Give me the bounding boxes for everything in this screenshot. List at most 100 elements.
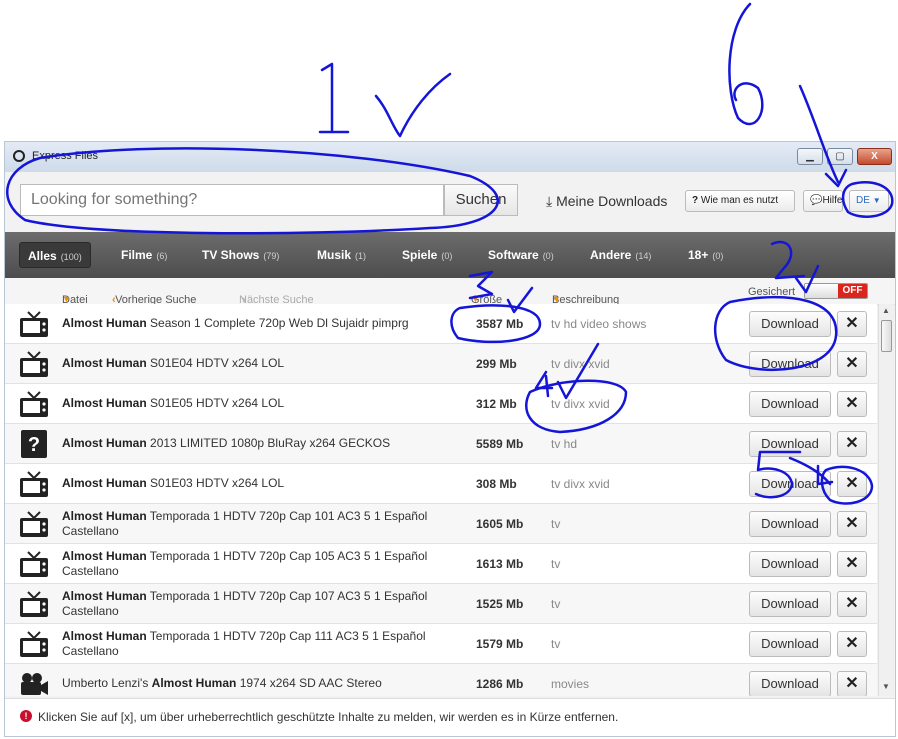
toggle-knob [805,284,839,298]
search-button[interactable]: Suchen [444,184,518,216]
tab-musik[interactable]: Musik (1) [317,242,366,268]
maximize-button[interactable]: ▢ [827,148,853,165]
tab-spiele[interactable]: Spiele (0) [402,242,452,268]
results-list: Almost Human Season 1 Complete 720p Web … [5,304,877,696]
download-button[interactable]: Download [749,351,831,377]
annotation-stroke-6 [728,2,764,126]
minimize-button[interactable]: ▁ [797,148,823,165]
tab-count: (100) [60,252,82,262]
sort-down-icon: ▼ [471,294,480,304]
report-button[interactable]: ✕ [837,471,867,497]
app-logo-icon [13,150,25,162]
table-row[interactable]: Almost Human S01E03 HDTV x264 LOL 308 Mb t… [5,464,877,504]
report-button[interactable]: ✕ [837,551,867,577]
table-row[interactable]: Almost Human Season 1 Complete 720p Web … [5,304,877,344]
table-row[interactable]: Umberto Lenzi's Almost Human 1974 x264 S… [5,664,877,696]
tab-18-plus[interactable]: 18+ (0) [688,242,723,268]
report-button[interactable]: ✕ [837,671,867,696]
name-match: Almost Human [62,436,147,450]
tab-andere[interactable]: Andere (14) [590,242,651,268]
file-name[interactable]: Almost Human Temporada 1 HDTV 720p Cap 1… [62,544,462,583]
download-button[interactable]: Download [749,471,831,497]
annotation-check-1 [374,72,452,138]
close-button[interactable]: X [857,148,892,165]
column-header: Datei ▼ ‹ Vorherige Suche Nächste Suche … [5,278,895,306]
file-name[interactable]: Almost Human 2013 LIMITED 1080p BluRay x… [62,424,462,463]
scrollbar[interactable]: ▲ ▼ [878,304,894,696]
download-button[interactable]: Download [749,391,831,417]
file-description: tv [551,517,561,531]
footer-message: Klicken Sie auf [x], um über urheberrech… [38,710,619,724]
download-button[interactable]: Download [749,311,831,337]
tv-icon [19,630,49,658]
table-row[interactable]: Almost Human S01E04 HDTV x264 LOL 299 Mb t… [5,344,877,384]
tab-count: (0) [441,251,453,261]
file-name[interactable]: Umberto Lenzi's Almost Human 1974 x264 S… [62,664,462,696]
title-bar[interactable]: Express Files ▁ ▢ X [5,142,895,172]
tab-alles[interactable]: Alles (100) [19,242,91,268]
app-window: Express Files ▁ ▢ X Suchen ⤓ Meine Downl… [4,141,896,737]
category-tabs: Alles (100) Filme (6) TV Shows (79) Musik (1… [5,232,895,278]
report-button[interactable]: ✕ [837,391,867,417]
help-button[interactable]: 💬Hilfe [803,190,843,212]
file-name[interactable]: Almost Human Temporada 1 HDTV 720p Cap 1… [62,624,462,663]
language-select[interactable]: DE ▼ [849,190,889,212]
report-button[interactable]: ✕ [837,351,867,377]
tab-count: (1) [355,251,367,261]
secured-label: Gesichert [748,286,796,298]
tab-label: Software [488,248,539,262]
tab-label: Spiele [402,248,438,262]
previous-search-link[interactable]: ‹ Vorherige Suche [112,286,196,306]
name-match: Almost Human [62,628,147,643]
table-row[interactable]: Almost Human Temporada 1 HDTV 720p Cap 1… [5,544,877,584]
name-prefix: Umberto Lenzi's [62,676,152,690]
file-description: tv [551,637,561,651]
download-button[interactable]: Download [749,511,831,537]
question-icon: ? [19,430,49,458]
tab-filme[interactable]: Filme (6) [121,242,167,268]
my-downloads-link[interactable]: ⤓ Meine Downloads [546,193,667,210]
table-row[interactable]: Almost Human S01E05 HDTV x264 LOL 312 Mb t… [5,384,877,424]
file-name[interactable]: Almost Human Temporada 1 HDTV 720p Cap 1… [62,504,462,543]
scroll-up-icon[interactable]: ▲ [882,306,890,315]
tab-software[interactable]: Software (0) [488,242,554,268]
report-button[interactable]: ✕ [837,591,867,617]
table-row[interactable]: ? Almost Human 2013 LIMITED 1080p BluRay … [5,424,877,464]
download-button[interactable]: Download [749,551,831,577]
next-search-link[interactable]: Nächste Suche › [239,286,314,306]
secured-toggle[interactable]: OFF [804,283,868,299]
download-button[interactable]: Download [749,671,831,696]
annotation-stroke-1 [318,62,350,134]
download-button[interactable]: Download [749,631,831,657]
my-downloads-label: Meine Downloads [556,193,668,209]
tab-count: (14) [635,251,652,261]
tab-count: (79) [263,251,280,261]
file-name[interactable]: Almost Human S01E04 HDTV x264 LOL [62,344,462,383]
file-name[interactable]: Almost Human Temporada 1 HDTV 720p Cap 1… [62,584,462,623]
file-description: movies [551,677,590,691]
download-arrow-icon: ⤓ [546,193,553,209]
table-row[interactable]: Almost Human Temporada 1 HDTV 720p Cap 1… [5,504,877,544]
tab-label: Musik [317,248,352,262]
table-row[interactable]: Almost Human Temporada 1 HDTV 720p Cap 1… [5,584,877,624]
file-name[interactable]: Almost Human S01E03 HDTV x264 LOL [62,464,462,503]
name-match: Almost Human [62,476,147,490]
report-button[interactable]: ✕ [837,631,867,657]
table-row[interactable]: Almost Human Temporada 1 HDTV 720p Cap 1… [5,624,877,664]
search-input[interactable] [20,184,444,216]
file-name[interactable]: Almost Human Season 1 Complete 720p Web … [62,304,462,343]
report-button[interactable]: ✕ [837,311,867,337]
report-button[interactable]: ✕ [837,431,867,457]
file-size: 308 Mb [476,477,517,491]
tab-tv-shows[interactable]: TV Shows (79) [202,242,279,268]
file-size: 5589 Mb [476,437,524,451]
file-name[interactable]: Almost Human S01E05 HDTV x264 LOL [62,384,462,423]
download-button[interactable]: Download [749,431,831,457]
scroll-thumb[interactable] [881,320,892,352]
report-button[interactable]: ✕ [837,511,867,537]
file-size: 3587 Mb [476,317,524,331]
download-button[interactable]: Download [749,591,831,617]
scroll-down-icon[interactable]: ▼ [882,682,890,691]
tv-icon [19,590,49,618]
how-to-button[interactable]: ? Wie man es nutzt [685,190,795,212]
